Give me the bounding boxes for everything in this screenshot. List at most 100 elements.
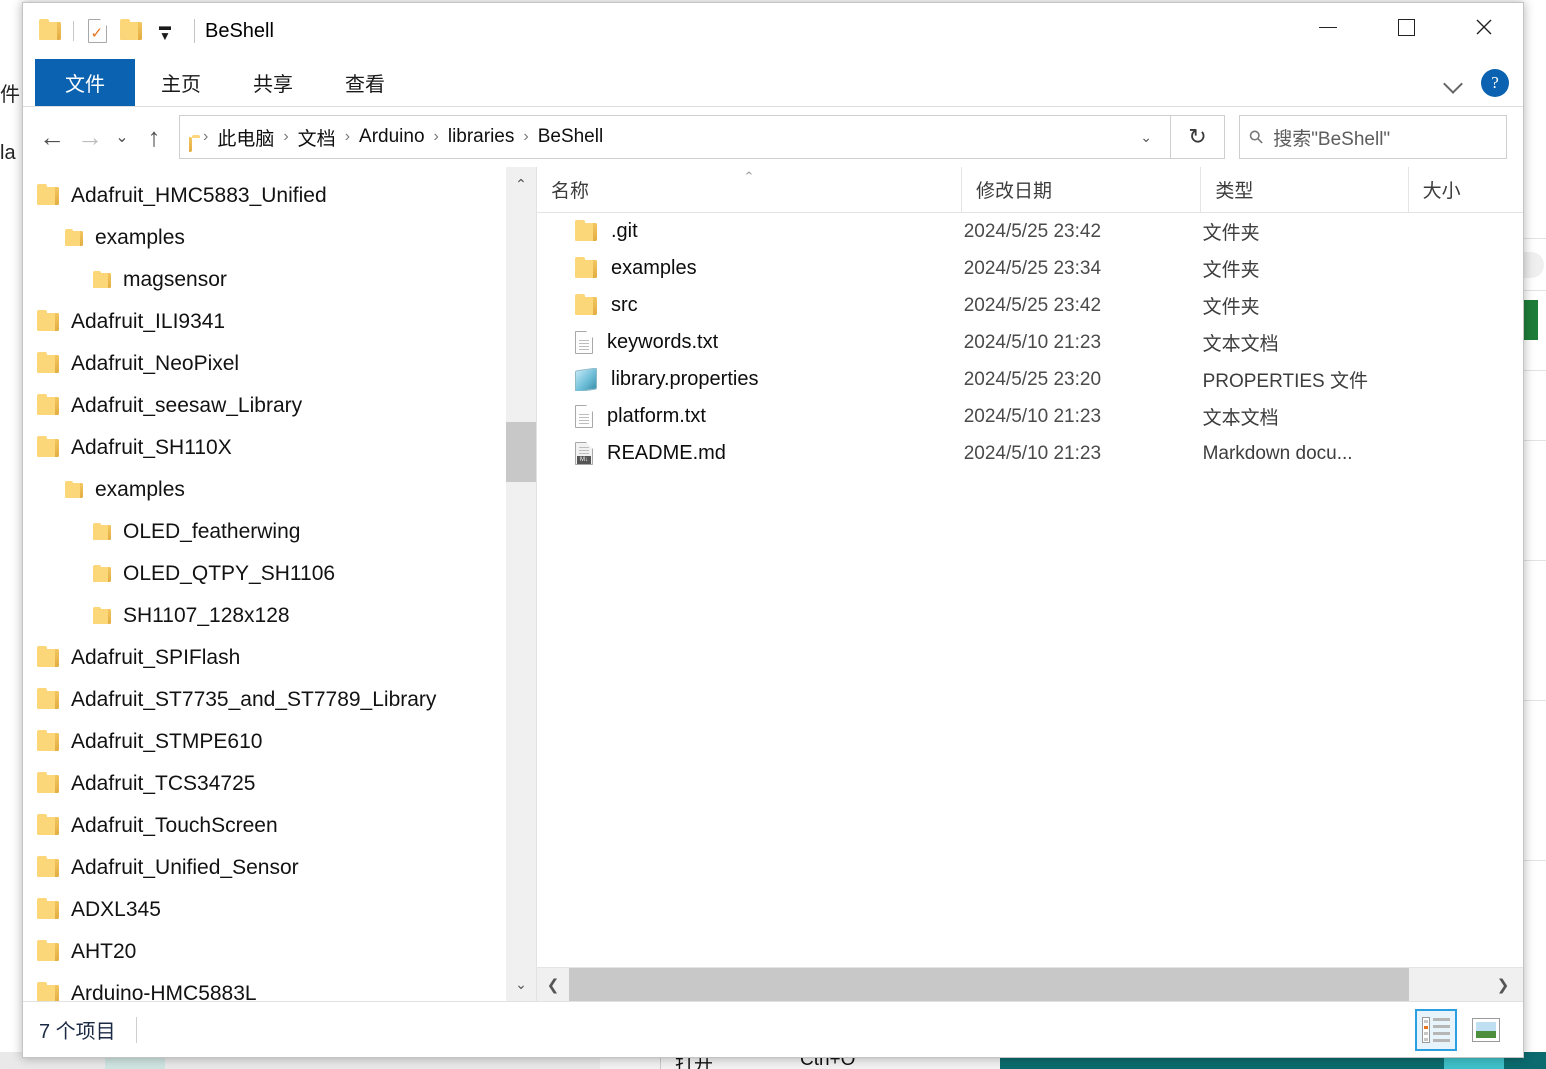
scroll-up-button[interactable]: ⌃	[506, 169, 536, 199]
tree-item[interactable]: examples	[23, 469, 536, 511]
breadcrumb-item-3[interactable]: libraries	[444, 126, 519, 148]
tree-item[interactable]: OLED_QTPY_SH1106	[23, 553, 536, 595]
folder-icon	[37, 940, 59, 961]
table-row[interactable]: .git 2024/5/25 23:42 文件夹	[537, 213, 1523, 250]
scroll-right-button[interactable]: ❯	[1487, 976, 1519, 994]
cell-date: 2024/5/10 21:23	[964, 406, 1203, 428]
file-name-label: keywords.txt	[607, 331, 719, 353]
tree-item[interactable]: SH1107_128x128	[23, 595, 536, 637]
cell-type: 文本文档	[1203, 403, 1410, 430]
breadcrumb[interactable]: › 此电脑 › 文档 › Arduino › libraries › BeShe…	[179, 115, 1171, 159]
tree-item-label: magsensor	[123, 268, 227, 291]
tab-home[interactable]: 主页	[135, 59, 227, 106]
tree-item[interactable]: Adafruit_Unified_Sensor	[23, 847, 536, 889]
details-view-button[interactable]	[1415, 1008, 1457, 1051]
explorer-content: Adafruit_HMC5883_Unified examples magsenso…	[23, 166, 1523, 1002]
minimize-button[interactable]	[1289, 3, 1367, 51]
system-menu-folder-icon[interactable]	[33, 14, 67, 48]
ribbon-right-controls: ?	[1443, 59, 1509, 107]
tree-item[interactable]: magsensor	[23, 259, 536, 301]
breadcrumb-item-2[interactable]: Arduino	[355, 126, 429, 148]
maximize-button[interactable]	[1367, 3, 1445, 51]
cell-name: keywords.txt	[537, 331, 964, 354]
tree-item[interactable]: Adafruit_SPIFlash	[23, 637, 536, 679]
search-input[interactable]: 搜索"BeShell"	[1273, 124, 1390, 151]
close-button[interactable]	[1445, 3, 1523, 51]
scroll-left-button[interactable]: ❮	[537, 976, 569, 994]
refresh-button[interactable]: ↻	[1171, 115, 1225, 159]
tree-item-label: Adafruit_TCS34725	[71, 772, 256, 795]
column-header-type[interactable]: 类型	[1201, 166, 1409, 213]
cell-name: .git	[537, 220, 964, 243]
recent-locations-button[interactable]: ⌄	[109, 118, 135, 156]
breadcrumb-item-1[interactable]: 文档	[294, 124, 340, 151]
minimize-icon	[1319, 26, 1337, 28]
column-header-size[interactable]: 大小	[1409, 167, 1523, 213]
tree-item[interactable]: ADXL345	[23, 889, 536, 931]
tree-item[interactable]: Adafruit_NeoPixel	[23, 343, 536, 385]
table-row[interactable]: keywords.txt 2024/5/10 21:23 文本文档	[537, 324, 1523, 361]
thumbnail-view-button[interactable]	[1465, 1009, 1507, 1051]
cell-date: 2024/5/25 23:20	[964, 369, 1203, 391]
folder-icon	[37, 688, 59, 709]
breadcrumb-dropdown-icon[interactable]: ⌄	[1130, 129, 1162, 146]
column-header-name[interactable]: ⌃ 名称	[537, 166, 962, 213]
help-button[interactable]: ?	[1481, 69, 1509, 97]
tree-item[interactable]: examples	[23, 217, 536, 259]
tab-view[interactable]: 查看	[319, 59, 411, 106]
properties-file-icon	[575, 368, 597, 391]
tree-item[interactable]: Arduino-HMC5883L	[23, 973, 536, 1001]
new-folder-icon	[120, 19, 142, 40]
cell-name: examples	[537, 257, 964, 280]
tree-item[interactable]: Adafruit_ILI9341	[23, 301, 536, 343]
ribbon-tab-bar: 文件 主页 共享 查看 ?	[23, 59, 1523, 107]
tree-item-label: examples	[95, 478, 185, 501]
scroll-down-button[interactable]: ⌄	[506, 969, 536, 999]
tree-item[interactable]: Adafruit_TCS34725	[23, 763, 536, 805]
file-list-horizontal-scrollbar[interactable]: ❮ ❯	[537, 967, 1523, 1002]
search-box[interactable]: ⚲ 搜索"BeShell"	[1239, 115, 1507, 159]
tree-item[interactable]: Adafruit_SH110X	[23, 427, 536, 469]
folder-icon	[39, 19, 61, 40]
file-date-label: 2024/5/25 23:20	[963, 368, 1102, 390]
horizontal-scrollbar-thumb[interactable]	[569, 967, 1409, 1002]
new-folder-button[interactable]	[114, 14, 148, 48]
tab-file[interactable]: 文件	[35, 59, 135, 106]
breadcrumb-separator: ›	[203, 128, 209, 145]
address-bar-row: ← → ⌄ ↑ › 此电脑 › 文档 › Arduino › libraries…	[23, 107, 1523, 167]
breadcrumb-separator: ›	[283, 128, 289, 145]
table-row[interactable]: src 2024/5/25 23:42 文件夹	[537, 287, 1523, 324]
chevron-down-icon[interactable]	[1443, 72, 1465, 94]
table-row[interactable]: M↓ README.md 2024/5/10 21:23 Markdown docu.…	[537, 435, 1523, 472]
forward-button[interactable]: →	[71, 118, 109, 156]
breadcrumb-item-4[interactable]: BeShell	[534, 126, 608, 148]
navigation-scrollbar[interactable]: ⌃ ⌄	[506, 167, 536, 1001]
tree-item[interactable]: OLED_featherwing	[23, 511, 536, 553]
folder-icon	[575, 257, 597, 278]
tree-item[interactable]: AHT20	[23, 931, 536, 973]
file-type-label: 文件夹	[1202, 297, 1260, 318]
column-header-date[interactable]: 修改日期	[962, 166, 1202, 213]
breadcrumb-item-0[interactable]: 此电脑	[213, 124, 278, 151]
tree-item[interactable]: Adafruit_TouchScreen	[23, 805, 536, 847]
tree-item[interactable]: Adafruit_seesaw_Library	[23, 385, 536, 427]
folder-icon	[575, 220, 597, 241]
scrollbar-thumb[interactable]	[506, 422, 536, 482]
back-button[interactable]: ←	[33, 118, 71, 156]
file-explorer-window: ✓ ▬ ▼ BeShell 文件 主页 共享 查看 ? ← → ⌄ ↑ › 此电…	[22, 2, 1524, 1058]
folder-icon	[37, 310, 59, 331]
cell-name: platform.txt	[537, 405, 964, 428]
text-file-icon	[575, 405, 593, 428]
tree-item-label: Adafruit_NeoPixel	[71, 352, 240, 375]
tree-item[interactable]: Adafruit_HMC5883_Unified	[23, 175, 536, 217]
tab-share[interactable]: 共享	[227, 59, 319, 106]
tree-item[interactable]: Adafruit_ST7735_and_ST7789_Library	[23, 679, 536, 721]
properties-button[interactable]: ✓	[80, 14, 114, 48]
tree-item[interactable]: Adafruit_STMPE610	[23, 721, 536, 763]
table-row[interactable]: examples 2024/5/25 23:34 文件夹	[537, 250, 1523, 287]
up-button[interactable]: ↑	[135, 118, 173, 156]
customize-quick-access-button[interactable]: ▬ ▼	[148, 14, 182, 48]
table-row[interactable]: platform.txt 2024/5/10 21:23 文本文档	[537, 398, 1523, 435]
tree-item-label: SH1107_128x128	[123, 604, 290, 627]
table-row[interactable]: library.properties 2024/5/25 23:20 PROPERT…	[537, 361, 1523, 398]
